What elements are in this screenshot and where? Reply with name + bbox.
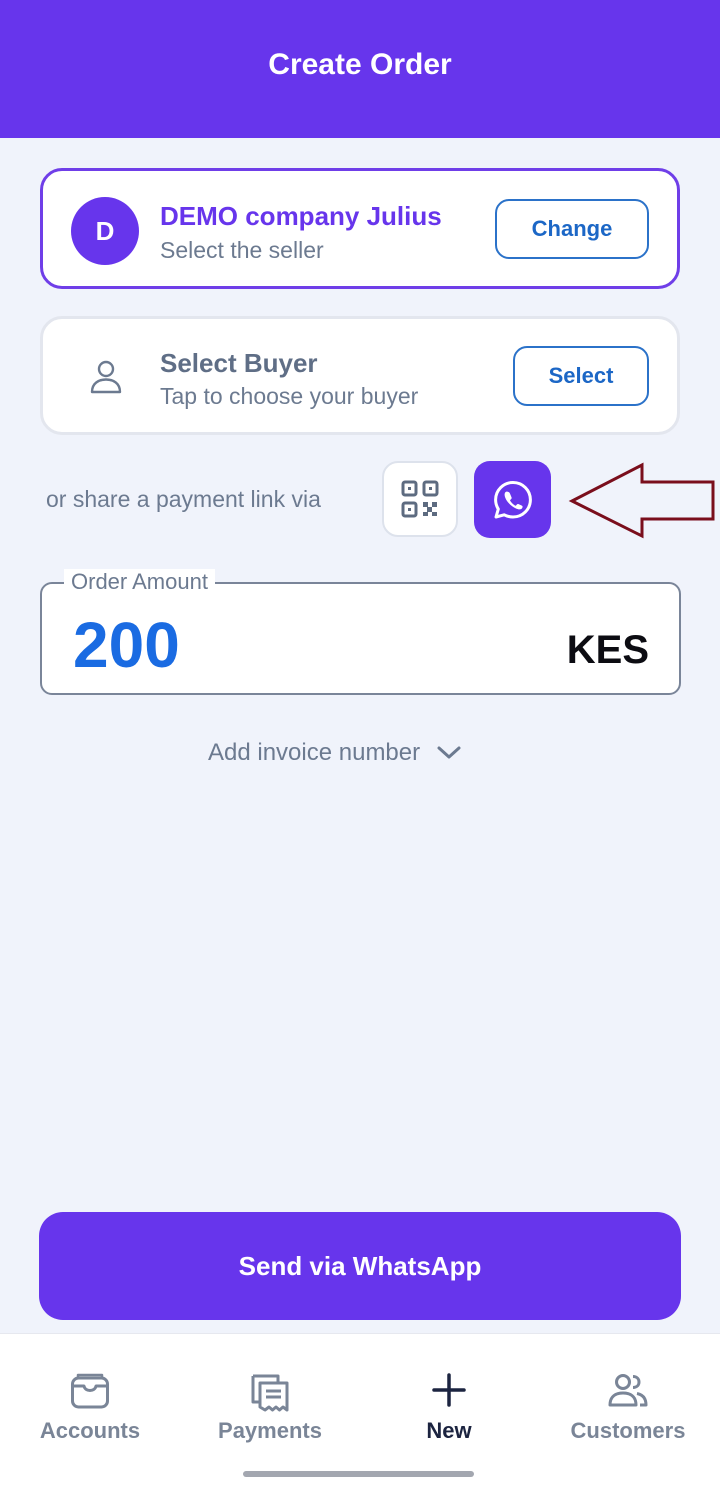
receipt-icon [251,1374,289,1412]
seller-name: DEMO company Julius [160,201,442,231]
wallet-icon [71,1373,109,1409]
buyer-subtitle: Tap to choose your buyer [160,383,419,409]
order-amount-field[interactable]: 200 KES [40,582,681,695]
nav-label-customers: Customers [570,1418,686,1443]
chevron-down-icon [437,746,461,759]
buyer-card[interactable]: Select Buyer Tap to choose your buyer Se… [40,316,680,435]
order-amount-label: Order Amount [64,569,215,595]
bottom-navigation: Accounts Payments New Customers [0,1333,720,1490]
send-via-whatsapp-button[interactable]: Send via WhatsApp [39,1212,681,1320]
share-link-text: or share a payment link via [46,486,321,512]
nav-label-payments: Payments [218,1418,322,1443]
person-icon [90,360,122,394]
nav-label-accounts: Accounts [39,1418,141,1443]
currency-label: KES [566,628,649,672]
select-buyer-button[interactable]: Select [513,346,649,406]
nav-accounts[interactable]: Accounts [0,1334,180,1454]
nav-label-new: New [426,1418,472,1443]
buyer-title: Select Buyer [160,348,318,378]
qr-code-button[interactable] [382,461,458,537]
order-amount-value[interactable]: 200 [73,608,180,682]
nav-customers[interactable]: Customers [538,1334,718,1454]
plus-icon [432,1373,466,1407]
seller-card[interactable]: D DEMO company Julius Select the seller … [40,168,680,289]
whatsapp-share-button[interactable] [474,461,551,538]
seller-avatar: D [71,197,139,265]
nav-payments[interactable]: Payments [180,1334,360,1454]
invoice-toggle-label: Add invoice number [208,739,421,766]
seller-subtitle: Select the seller [160,237,324,263]
whatsapp-icon [493,480,532,518]
change-seller-button[interactable]: Change [495,199,649,259]
app-header: Create Order [0,0,720,138]
add-invoice-number-toggle[interactable]: Add invoice number [208,736,462,770]
annotation-arrow-icon [568,462,715,539]
nav-new[interactable]: New [359,1334,539,1454]
home-indicator[interactable] [243,1471,474,1477]
page-title: Create Order [268,48,452,81]
people-icon [608,1374,648,1407]
qr-code-icon [401,480,439,518]
